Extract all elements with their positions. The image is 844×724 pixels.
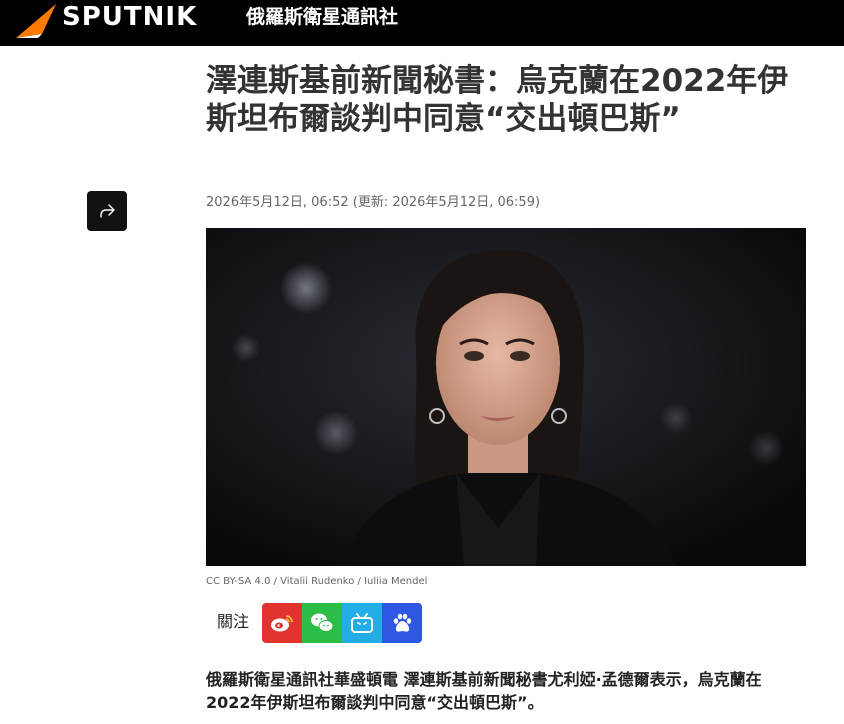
article-dateline: 2026年5月12日, 06:52 (更新: 2026年5月12日, 06:59…: [206, 195, 541, 210]
baidu-icon: [393, 613, 412, 632]
baidu-button[interactable]: [382, 603, 422, 643]
article-photo: [206, 228, 806, 566]
bilibili-button[interactable]: [342, 603, 382, 643]
bilibili-icon: [351, 613, 373, 633]
brand-subtitle: 俄羅斯衛星通訊社: [246, 6, 399, 28]
share-button[interactable]: [87, 191, 127, 231]
article-lead: 俄羅斯衛星通訊社華盛頓電 澤連斯基前新聞秘書尤利婭·孟德爾表示，烏克蘭在2022…: [206, 670, 762, 712]
brand-name[interactable]: SPUTNIK: [62, 2, 197, 32]
portrait-image: [206, 228, 806, 566]
wechat-button[interactable]: [302, 603, 342, 643]
share-icon: [100, 204, 115, 218]
photo-caption: CC BY-SA 4.0 / Vitalii Rudenko / Iuliia …: [206, 576, 428, 587]
sputnik-logo-icon[interactable]: [16, 4, 56, 38]
weibo-icon: [271, 615, 293, 632]
weibo-button[interactable]: [262, 603, 302, 643]
article-title: 澤連斯基前新聞秘書：烏克蘭在2022年伊斯坦布爾談判中同意“交出頓巴斯”: [206, 63, 789, 137]
site-header: SPUTNIK 俄羅斯衛星通訊社: [0, 0, 844, 46]
wechat-icon: [311, 613, 334, 632]
follow-label: 關注: [217, 612, 250, 631]
